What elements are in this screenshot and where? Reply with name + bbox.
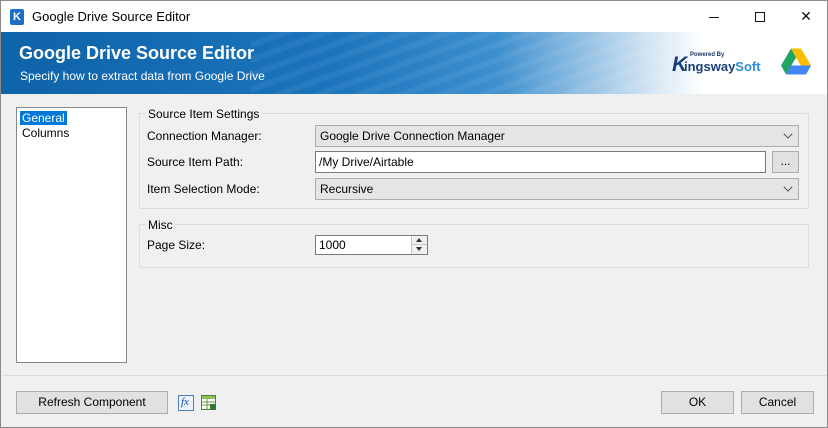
google-drive-icon: [781, 48, 811, 75]
page-size-stepper[interactable]: 1000: [315, 235, 428, 255]
cancel-button[interactable]: Cancel: [741, 391, 814, 414]
maximize-icon: [755, 12, 765, 23]
page-size-label: Page Size:: [147, 238, 206, 252]
title-bar[interactable]: K Google Drive Source Editor ✕: [1, 1, 827, 32]
arrow-up-icon: [416, 238, 422, 242]
brand-name: ingswaySoft: [684, 59, 761, 74]
chevron-down-icon: [783, 129, 793, 139]
expression-fx-icon[interactable]: fx: [178, 395, 194, 411]
banner-title: Google Drive Source Editor: [19, 43, 255, 63]
kingswaysoft-logo: Powered By K ingswaySoft: [672, 50, 762, 78]
source-item-path-input[interactable]: /My Drive/Airtable: [315, 151, 766, 173]
footer-divider: [2, 375, 827, 376]
arrow-down-icon: [416, 247, 422, 251]
maximize-button[interactable]: [737, 1, 783, 32]
chevron-down-icon: [783, 182, 793, 192]
minimize-button[interactable]: [691, 1, 737, 32]
nav-item-general[interactable]: General: [20, 111, 67, 125]
stepper-up-button[interactable]: [412, 236, 427, 245]
close-button[interactable]: ✕: [783, 1, 828, 32]
source-item-settings-title: Source Item Settings: [146, 107, 262, 121]
header-banner: Google Drive Source Editor Specify how t…: [1, 32, 827, 94]
refresh-component-button[interactable]: Refresh Component: [16, 391, 168, 414]
minimize-icon: [709, 16, 719, 18]
kingsway-app-icon: K: [10, 9, 24, 25]
window-title: Google Drive Source Editor: [32, 9, 191, 24]
misc-group: Misc: [139, 218, 809, 268]
stepper-down-button[interactable]: [412, 245, 427, 254]
fx-glyph: fx: [181, 396, 189, 408]
item-selection-mode-label: Item Selection Mode:: [147, 182, 260, 196]
powered-by-text: Powered By: [690, 52, 725, 58]
nav-item-columns[interactable]: Columns: [20, 126, 71, 140]
connection-manager-value: Google Drive Connection Manager: [320, 129, 505, 143]
misc-title: Misc: [146, 218, 175, 232]
connection-manager-select[interactable]: Google Drive Connection Manager: [315, 125, 799, 147]
connection-manager-label: Connection Manager:: [147, 129, 262, 143]
stepper-buttons: [411, 236, 427, 254]
close-icon: ✕: [800, 8, 812, 24]
ok-button[interactable]: OK: [661, 391, 734, 414]
page-size-value[interactable]: 1000: [319, 237, 346, 254]
brand-name-main: ingsway: [684, 59, 736, 74]
banner-decoration: [251, 32, 671, 94]
banner-subtitle: Specify how to extract data from Google …: [20, 69, 265, 83]
page-list: General Columns: [16, 107, 127, 363]
source-item-path-label: Source Item Path:: [147, 155, 244, 169]
item-selection-mode-value: Recursive: [320, 182, 374, 196]
item-selection-mode-select[interactable]: Recursive: [315, 178, 799, 200]
brand-name-soft: Soft: [735, 59, 761, 74]
browse-button[interactable]: ...: [772, 151, 799, 173]
variables-grid-icon[interactable]: [201, 395, 217, 411]
editor-window: K Google Drive Source Editor ✕ Google Dr…: [0, 0, 828, 428]
